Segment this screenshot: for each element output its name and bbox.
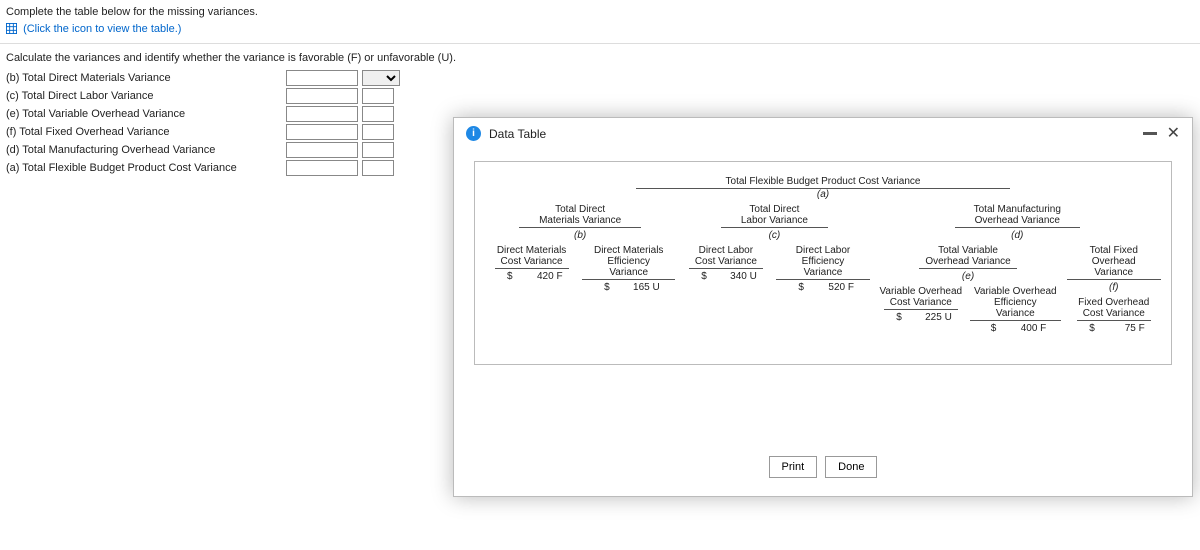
modal-body: Total Flexible Budget Product Cost Varia…	[474, 161, 1172, 365]
instructions-line1: Complete the table below for the missing…	[6, 4, 1194, 21]
variance-fu-input[interactable]	[362, 106, 394, 122]
info-icon: i	[466, 126, 481, 141]
variance-row-b: (b) Total Direct Materials Variance	[6, 70, 1194, 86]
separator	[0, 43, 1200, 44]
variance-amount-input[interactable]	[286, 160, 358, 176]
group-a-header: Total Flexible Budget Product Cost Varia…	[483, 176, 1163, 200]
variance-fu-input[interactable]	[362, 160, 394, 176]
print-button[interactable]: Print	[769, 456, 818, 478]
dm-cost-variance: Direct Materials Cost Variance $420 F	[483, 245, 580, 293]
dl-cost-variance: Direct Labor Cost Variance $340 U	[677, 245, 774, 293]
variance-amount-input[interactable]	[286, 88, 358, 104]
group-d-title: Total Manufacturing Overhead Variance	[955, 204, 1080, 228]
variance-label: (c) Total Direct Labor Variance	[6, 90, 286, 102]
modal-header: i Data Table ✕	[454, 118, 1192, 149]
group-b-title: Total Direct Materials Variance	[519, 204, 641, 228]
variance-amount-input[interactable]	[286, 70, 358, 86]
group-b-letter: (b)	[574, 230, 586, 241]
variance-label: (e) Total Variable Overhead Variance	[6, 108, 286, 120]
group-e: Total Variable Overhead Variance (e) Var…	[872, 245, 1065, 334]
dl-efficiency-variance: Direct Labor Efficiency Variance $520 F	[774, 245, 871, 293]
group-d-letter: (d)	[1011, 230, 1023, 241]
group-a-label: Total Flexible Budget Product Cost Varia…	[636, 176, 1011, 189]
group-f: Total Fixed Overhead Variance (f) Fixed …	[1065, 245, 1163, 334]
group-a-letter: (a)	[817, 189, 829, 200]
table-icon[interactable]	[6, 23, 17, 34]
variance-label: (d) Total Manufacturing Overhead Varianc…	[6, 144, 286, 156]
variance-fu-input[interactable]	[362, 142, 394, 158]
minimize-icon[interactable]	[1143, 132, 1157, 135]
calc-instructions: Calculate the variances and identify whe…	[6, 52, 1194, 64]
variance-label: (a) Total Flexible Budget Product Cost V…	[6, 162, 286, 174]
variance-fu-input[interactable]	[362, 124, 394, 140]
variance-fu-input[interactable]	[362, 88, 394, 104]
dm-efficiency-variance: Direct Materials Efficiency Variance $16…	[580, 245, 677, 293]
done-button[interactable]: Done	[825, 456, 877, 478]
modal-footer: Print Done	[454, 456, 1192, 478]
variance-amount-input[interactable]	[286, 142, 358, 158]
variance-amount-input[interactable]	[286, 124, 358, 140]
variance-fu-select[interactable]	[362, 70, 400, 86]
variance-label: (f) Total Fixed Overhead Variance	[6, 126, 286, 138]
close-icon[interactable]: ✕	[1167, 127, 1180, 141]
variance-label: (b) Total Direct Materials Variance	[6, 72, 286, 84]
modal-title: Data Table	[489, 127, 546, 141]
group-c-title: Total Direct Labor Variance	[721, 204, 828, 228]
data-table-modal: i Data Table ✕ Total Flexible Budget Pro…	[453, 117, 1193, 497]
vo-efficiency-variance: Variable Overhead Efficiency Variance $4…	[968, 286, 1062, 334]
variance-row-c: (c) Total Direct Labor Variance	[6, 88, 1194, 104]
fo-cost-variance: Fixed Overhead Cost Variance $75 F	[1067, 297, 1161, 334]
variance-amount-input[interactable]	[286, 106, 358, 122]
instructions-block: Complete the table below for the missing…	[6, 4, 1194, 37]
group-c-letter: (c)	[769, 230, 781, 241]
view-table-link[interactable]: (Click the icon to view the table.)	[23, 23, 181, 35]
vo-cost-variance: Variable Overhead Cost Variance $225 U	[874, 286, 968, 334]
